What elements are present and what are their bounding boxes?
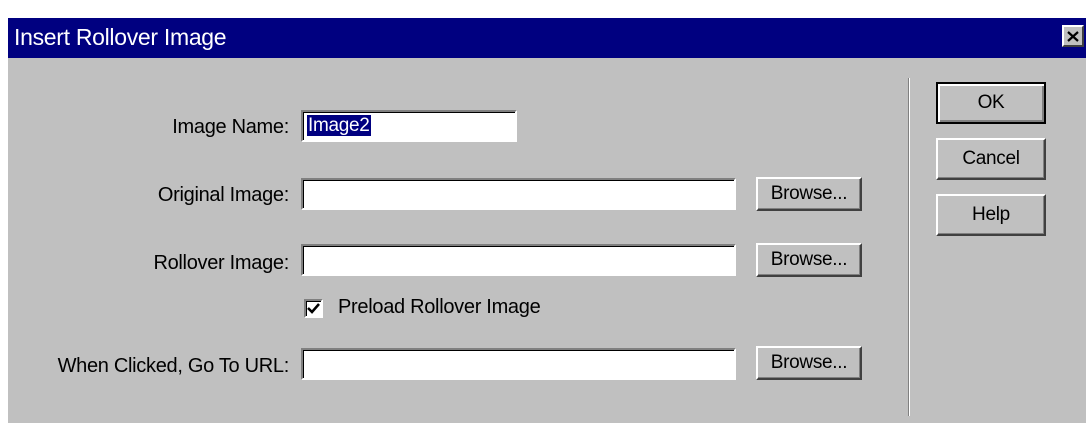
rollover-image-input[interactable] bbox=[301, 244, 736, 276]
insert-rollover-image-dialog: Insert Rollover Image Image Name: Image2… bbox=[6, 16, 1086, 423]
rollover-image-label: Rollover Image: bbox=[153, 252, 289, 274]
browse-rollover-button[interactable]: Browse... bbox=[756, 243, 862, 277]
cancel-button[interactable]: Cancel bbox=[936, 138, 1046, 180]
preload-checkbox[interactable] bbox=[304, 299, 323, 318]
vertical-separator bbox=[908, 78, 910, 416]
image-name-label: Image Name: bbox=[172, 116, 289, 138]
original-image-label: Original Image: bbox=[157, 184, 289, 206]
url-input[interactable] bbox=[301, 348, 736, 380]
browse-url-button[interactable]: Browse... bbox=[756, 346, 862, 380]
image-name-input[interactable]: Image2 bbox=[301, 110, 517, 142]
ok-button[interactable]: OK bbox=[936, 82, 1046, 124]
dialog-title: Insert Rollover Image bbox=[14, 24, 227, 50]
image-name-value: Image2 bbox=[307, 115, 371, 136]
original-image-input[interactable] bbox=[301, 178, 736, 210]
close-button[interactable] bbox=[1062, 25, 1084, 47]
close-icon bbox=[1067, 30, 1079, 42]
checkmark-icon bbox=[307, 303, 320, 314]
title-bar[interactable]: Insert Rollover Image bbox=[8, 18, 1086, 58]
preload-checkbox-label[interactable]: Preload Rollover Image bbox=[338, 296, 541, 319]
url-label: When Clicked, Go To URL: bbox=[57, 355, 290, 377]
help-button[interactable]: Help bbox=[936, 194, 1046, 236]
browse-original-button[interactable]: Browse... bbox=[756, 177, 862, 211]
